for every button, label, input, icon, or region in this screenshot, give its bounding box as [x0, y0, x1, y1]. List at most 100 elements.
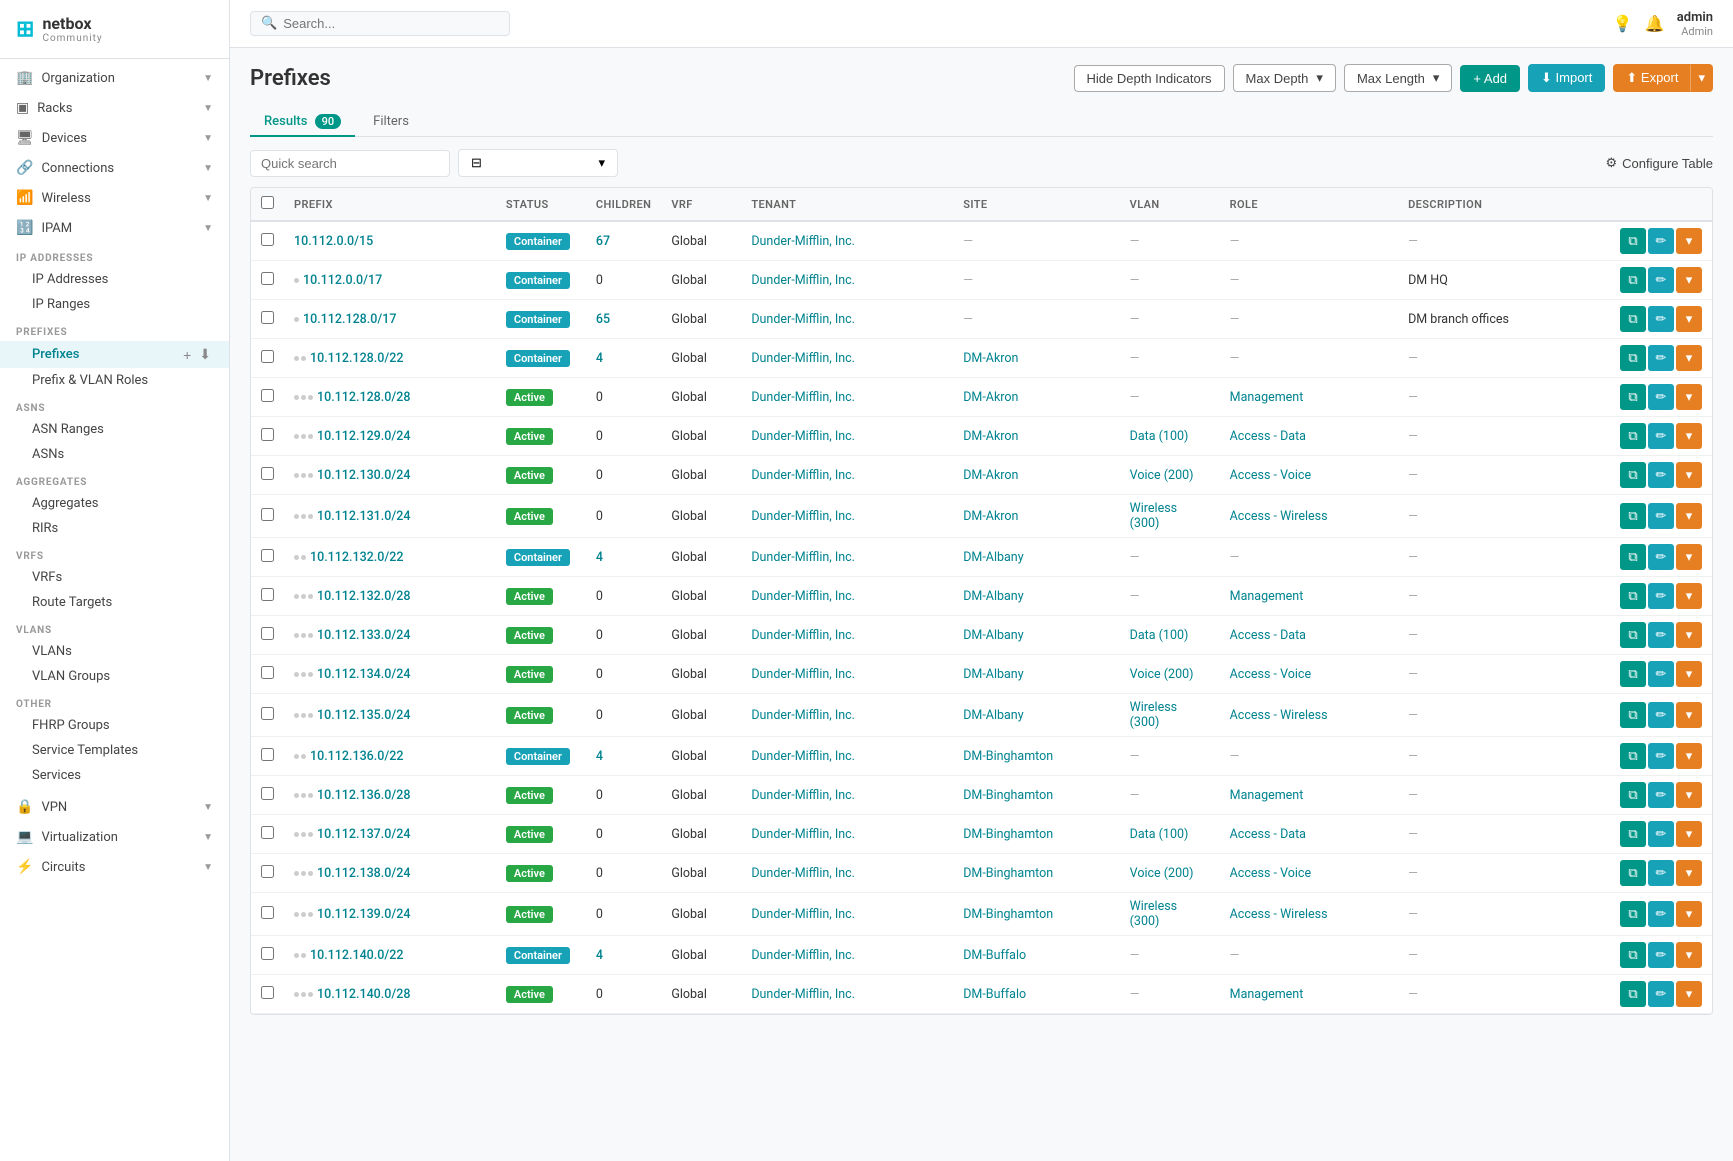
sidebar-item-prefix-vlan-roles[interactable]: Prefix & VLAN Roles	[0, 368, 229, 393]
prefix-link[interactable]: 10.112.134.0/24	[317, 667, 410, 682]
children-link[interactable]: 67	[596, 234, 610, 249]
prefix-link[interactable]: 10.112.130.0/24	[317, 468, 410, 483]
tenant-link[interactable]: Dunder-Mifflin, Inc.	[751, 468, 855, 483]
sidebar-item-ip-addresses[interactable]: IP Addresses	[0, 267, 229, 292]
delete-button[interactable]: ▾	[1676, 345, 1702, 371]
delete-button[interactable]: ▾	[1676, 267, 1702, 293]
prefix-link[interactable]: 10.112.0.0/15	[294, 234, 373, 249]
edit-button[interactable]: ✏	[1648, 384, 1674, 410]
role-link[interactable]: Access - Data	[1230, 429, 1306, 444]
site-link[interactable]: DM-Akron	[963, 351, 1018, 366]
sidebar-item-asns[interactable]: ASNs	[0, 442, 229, 467]
delete-button[interactable]: ▾	[1676, 702, 1702, 728]
vlan-link[interactable]: Data (100)	[1130, 628, 1189, 643]
site-link[interactable]: DM-Binghamton	[963, 866, 1053, 881]
prefix-link[interactable]: 10.112.140.0/28	[317, 987, 410, 1002]
edit-button[interactable]: ✏	[1648, 702, 1674, 728]
copy-button[interactable]: ⧉	[1620, 981, 1646, 1007]
sidebar-item-vpn[interactable]: 🔒VPN ▼	[0, 792, 229, 822]
site-link[interactable]: DM-Akron	[963, 468, 1018, 483]
row-checkbox[interactable]	[261, 826, 274, 839]
edit-button[interactable]: ✏	[1648, 821, 1674, 847]
row-checkbox[interactable]	[261, 233, 274, 246]
delete-button[interactable]: ▾	[1676, 901, 1702, 927]
topbar-search-input[interactable]	[283, 16, 499, 31]
delete-button[interactable]: ▾	[1676, 860, 1702, 886]
row-checkbox[interactable]	[261, 906, 274, 919]
add-prefix-button[interactable]: +	[181, 346, 193, 363]
edit-button[interactable]: ✏	[1648, 345, 1674, 371]
site-link[interactable]: DM-Binghamton	[963, 788, 1053, 803]
tenant-link[interactable]: Dunder-Mifflin, Inc.	[751, 708, 855, 723]
row-checkbox[interactable]	[261, 311, 274, 324]
sidebar-item-service-templates[interactable]: Service Templates	[0, 738, 229, 763]
prefix-link[interactable]: 10.112.128.0/28	[317, 390, 410, 405]
role-link[interactable]: Access - Data	[1230, 827, 1306, 842]
sidebar-item-rirs[interactable]: RIRs	[0, 516, 229, 541]
vlan-link[interactable]: Voice (200)	[1130, 866, 1194, 881]
delete-button[interactable]: ▾	[1676, 503, 1702, 529]
prefix-link[interactable]: 10.112.135.0/24	[317, 708, 410, 723]
tenant-link[interactable]: Dunder-Mifflin, Inc.	[751, 948, 855, 963]
delete-button[interactable]: ▾	[1676, 782, 1702, 808]
bell-icon[interactable]: 🔔	[1645, 14, 1665, 33]
sidebar-item-prefixes[interactable]: Prefixes + ⬇	[0, 341, 229, 368]
vlan-link[interactable]: Wireless (300)	[1130, 700, 1177, 730]
sidebar-item-vlans[interactable]: VLANs	[0, 639, 229, 664]
site-link[interactable]: DM-Buffalo	[963, 948, 1026, 963]
site-link[interactable]: DM-Binghamton	[963, 827, 1053, 842]
row-checkbox[interactable]	[261, 389, 274, 402]
vlan-link[interactable]: Voice (200)	[1130, 667, 1194, 682]
sidebar-item-vlan-groups[interactable]: VLAN Groups	[0, 664, 229, 689]
edit-button[interactable]: ✏	[1648, 743, 1674, 769]
sidebar-item-route-targets[interactable]: Route Targets	[0, 590, 229, 615]
prefix-link[interactable]: 10.112.138.0/24	[317, 866, 410, 881]
copy-button[interactable]: ⧉	[1620, 622, 1646, 648]
role-link[interactable]: Access - Wireless	[1230, 907, 1328, 922]
edit-button[interactable]: ✏	[1648, 782, 1674, 808]
children-link[interactable]: 4	[596, 351, 603, 366]
site-link[interactable]: DM-Albany	[963, 708, 1023, 723]
copy-button[interactable]: ⧉	[1620, 821, 1646, 847]
sidebar-item-vrfs[interactable]: VRFs	[0, 565, 229, 590]
children-link[interactable]: 4	[596, 948, 603, 963]
sidebar-item-wireless[interactable]: 📶Wireless ▼	[0, 183, 229, 213]
tenant-link[interactable]: Dunder-Mifflin, Inc.	[751, 589, 855, 604]
prefix-link[interactable]: 10.112.136.0/22	[310, 749, 403, 764]
tenant-link[interactable]: Dunder-Mifflin, Inc.	[751, 749, 855, 764]
tenant-link[interactable]: Dunder-Mifflin, Inc.	[751, 351, 855, 366]
row-checkbox[interactable]	[261, 666, 274, 679]
copy-button[interactable]: ⧉	[1620, 423, 1646, 449]
copy-button[interactable]: ⧉	[1620, 583, 1646, 609]
tenant-link[interactable]: Dunder-Mifflin, Inc.	[751, 234, 855, 249]
copy-button[interactable]: ⧉	[1620, 743, 1646, 769]
delete-button[interactable]: ▾	[1676, 384, 1702, 410]
sidebar-item-ipam[interactable]: 🔢IPAM ▼	[0, 213, 229, 243]
row-checkbox[interactable]	[261, 627, 274, 640]
import-prefix-button[interactable]: ⬇	[197, 346, 213, 363]
site-link[interactable]: DM-Albany	[963, 550, 1023, 565]
edit-button[interactable]: ✏	[1648, 622, 1674, 648]
sidebar-item-virtualization[interactable]: 💻Virtualization ▼	[0, 822, 229, 852]
tab-filters[interactable]: Filters	[359, 108, 423, 137]
edit-button[interactable]: ✏	[1648, 981, 1674, 1007]
max-length-button[interactable]: Max Length ▾	[1344, 64, 1452, 92]
copy-button[interactable]: ⧉	[1620, 544, 1646, 570]
row-checkbox[interactable]	[261, 707, 274, 720]
children-link[interactable]: 4	[596, 749, 603, 764]
delete-button[interactable]: ▾	[1676, 942, 1702, 968]
site-link[interactable]: DM-Buffalo	[963, 987, 1026, 1002]
tab-results[interactable]: Results 90	[250, 108, 355, 137]
edit-button[interactable]: ✏	[1648, 306, 1674, 332]
select-all-checkbox[interactable]	[261, 196, 274, 209]
prefix-link[interactable]: 10.112.128.0/22	[310, 351, 403, 366]
row-checkbox[interactable]	[261, 787, 274, 800]
site-link[interactable]: DM-Akron	[963, 509, 1018, 524]
site-link[interactable]: DM-Albany	[963, 589, 1023, 604]
filter-dropdown-button[interactable]: ⊟ ▾	[458, 149, 618, 177]
edit-button[interactable]: ✏	[1648, 583, 1674, 609]
edit-button[interactable]: ✏	[1648, 423, 1674, 449]
sidebar-item-fhrp-groups[interactable]: FHRP Groups	[0, 713, 229, 738]
tenant-link[interactable]: Dunder-Mifflin, Inc.	[751, 907, 855, 922]
row-checkbox[interactable]	[261, 588, 274, 601]
